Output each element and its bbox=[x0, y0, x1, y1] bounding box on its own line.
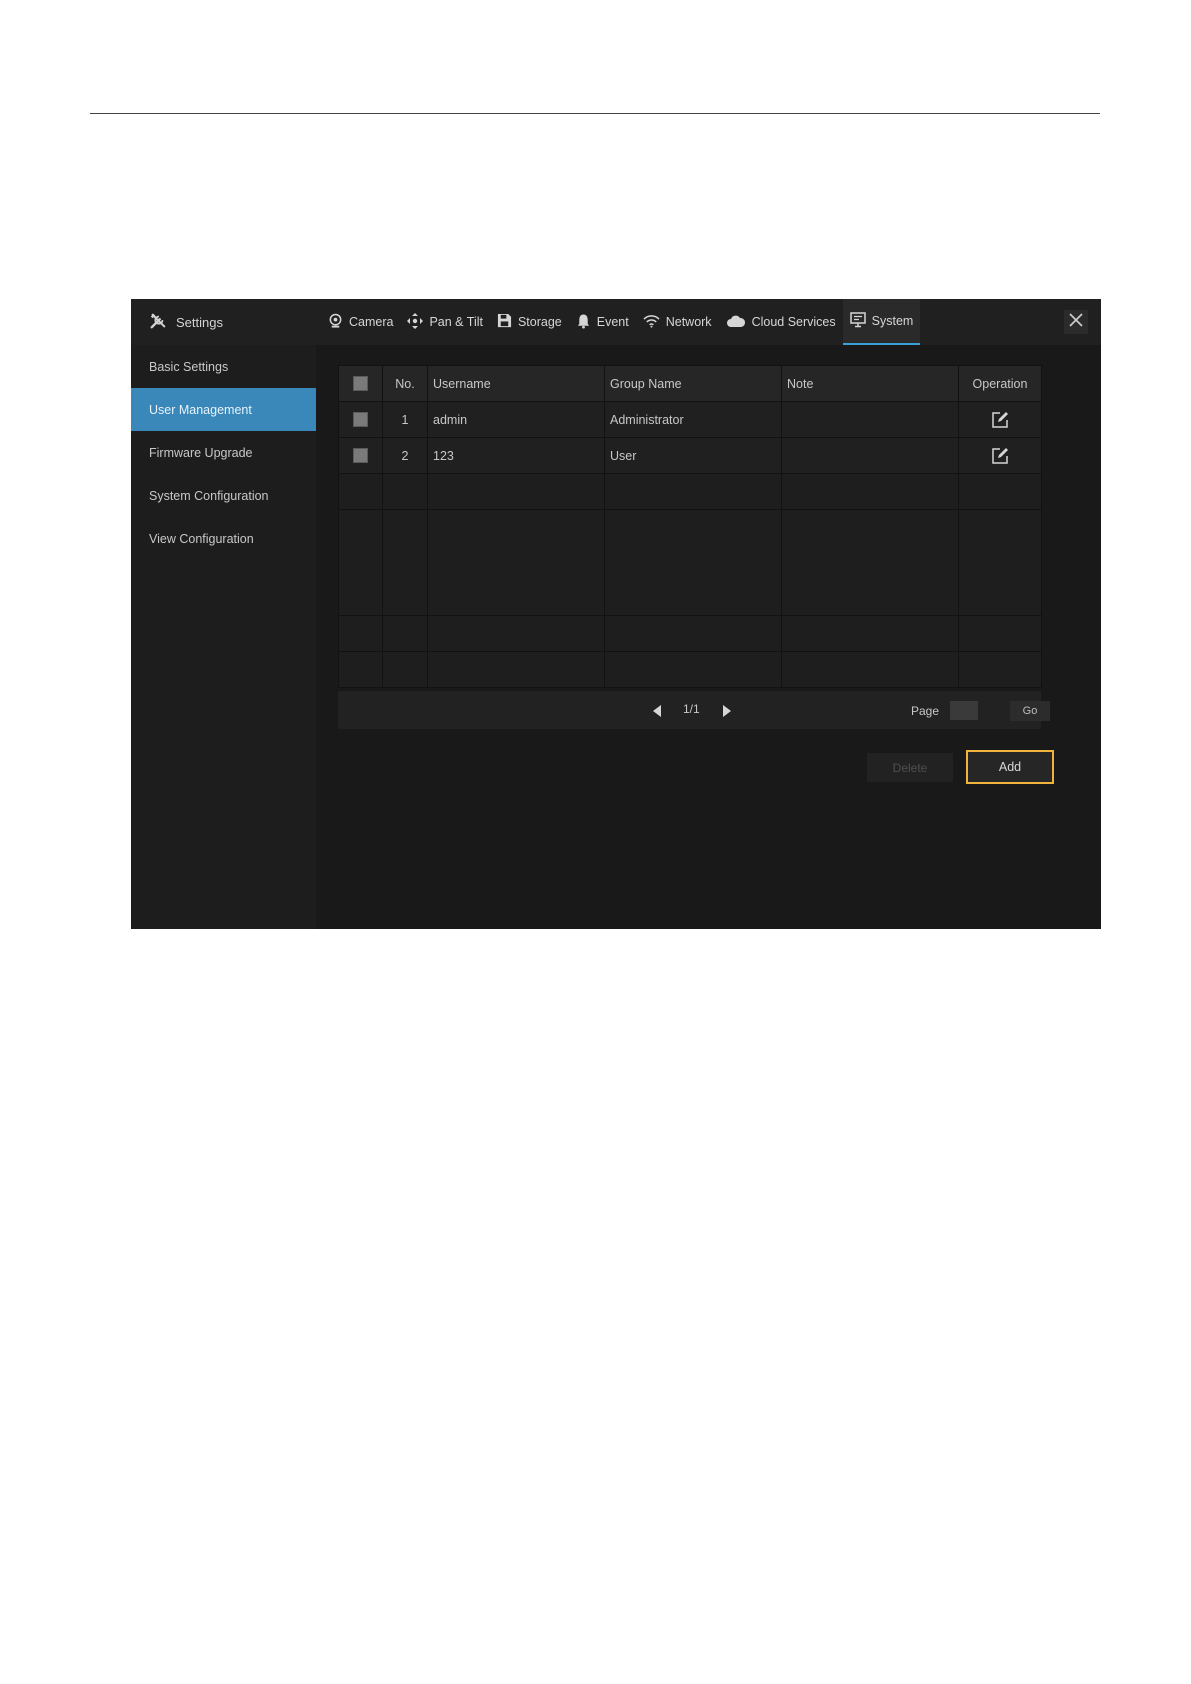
settings-title-label: Settings bbox=[176, 314, 223, 330]
sidebar-item-system-configuration[interactable]: System Configuration bbox=[131, 474, 316, 517]
empty-row bbox=[338, 651, 1042, 688]
row-group-name: Administrator bbox=[604, 401, 782, 438]
empty-row bbox=[338, 473, 1042, 510]
tab-label: Cloud Services bbox=[751, 315, 836, 329]
edit-icon[interactable] bbox=[991, 411, 1009, 429]
table-header-row: No. Username Group Name Note Operation bbox=[338, 365, 1042, 402]
sidebar-item-view-configuration[interactable]: View Configuration bbox=[131, 517, 316, 560]
row-no: 2 bbox=[382, 437, 428, 474]
header-group-name: Group Name bbox=[604, 365, 782, 402]
row-checkbox[interactable] bbox=[353, 448, 368, 464]
header-select-all bbox=[338, 365, 383, 402]
select-all-checkbox[interactable] bbox=[353, 376, 368, 392]
tab-label: Event bbox=[596, 315, 629, 329]
row-username: 123 bbox=[427, 437, 605, 474]
top-navigation-bar: Settings Camera Pan & Tilt Storage Event… bbox=[131, 299, 1101, 345]
wifi-icon bbox=[643, 314, 666, 331]
row-group-name: User bbox=[604, 437, 782, 474]
row-note bbox=[781, 401, 959, 438]
monitor-icon bbox=[849, 311, 872, 331]
tab-label: Camera bbox=[349, 315, 394, 329]
row-no: 1 bbox=[382, 401, 428, 438]
tab-label: Network bbox=[665, 315, 712, 329]
table-row: 2 123 User bbox=[338, 437, 1042, 474]
row-checkbox[interactable] bbox=[353, 412, 368, 428]
tab-label: Pan & Tilt bbox=[429, 315, 483, 329]
main-content: No. Username Group Name Note Operation 1… bbox=[316, 345, 1101, 929]
header-operation: Operation bbox=[958, 365, 1042, 402]
header-note: Note bbox=[781, 365, 959, 402]
pagination-bar: 1/1 Page Go bbox=[338, 691, 1050, 729]
bell-icon bbox=[576, 313, 597, 332]
next-page-icon[interactable] bbox=[722, 704, 732, 722]
header-no: No. bbox=[382, 365, 428, 402]
header-username: Username bbox=[427, 365, 605, 402]
tab-storage[interactable]: Storage bbox=[490, 299, 569, 345]
tab-event[interactable]: Event bbox=[569, 299, 636, 345]
main-tabs: Camera Pan & Tilt Storage Event Network … bbox=[321, 299, 921, 345]
empty-row bbox=[338, 615, 1042, 652]
close-icon bbox=[1068, 312, 1084, 333]
page-count: 1/1 bbox=[683, 702, 700, 716]
page-number-input[interactable] bbox=[950, 701, 978, 720]
settings-title: Settings bbox=[149, 299, 223, 345]
tab-cloud-services[interactable]: Cloud Services bbox=[719, 299, 843, 345]
pan-tilt-icon bbox=[407, 312, 429, 332]
tab-pan-tilt[interactable]: Pan & Tilt bbox=[400, 299, 490, 345]
page-label: Page bbox=[911, 704, 940, 718]
delete-button[interactable]: Delete bbox=[867, 753, 953, 782]
sidebar-item-user-management[interactable]: User Management bbox=[131, 388, 316, 431]
row-select-cell bbox=[338, 437, 383, 474]
row-note bbox=[781, 437, 959, 474]
tab-label: System bbox=[871, 314, 914, 328]
tab-network[interactable]: Network bbox=[636, 299, 719, 345]
add-button[interactable]: Add bbox=[966, 750, 1054, 784]
close-button[interactable] bbox=[1064, 310, 1088, 334]
camera-icon bbox=[328, 313, 349, 332]
tab-camera[interactable]: Camera bbox=[321, 299, 400, 345]
tab-label: Storage bbox=[517, 315, 562, 329]
row-username: admin bbox=[427, 401, 605, 438]
tab-system[interactable]: System bbox=[842, 299, 921, 345]
row-operation bbox=[958, 401, 1042, 438]
tools-icon bbox=[149, 312, 176, 333]
empty-row bbox=[338, 509, 1042, 616]
row-select-cell bbox=[338, 401, 383, 438]
row-operation bbox=[958, 437, 1042, 474]
edit-icon[interactable] bbox=[991, 447, 1009, 465]
cloud-icon bbox=[726, 315, 752, 330]
storage-icon bbox=[497, 313, 518, 331]
table-row: 1 admin Administrator bbox=[338, 401, 1042, 438]
sidebar-item-basic-settings[interactable]: Basic Settings bbox=[131, 345, 316, 388]
go-button[interactable]: Go bbox=[1010, 701, 1050, 721]
user-table: No. Username Group Name Note Operation 1… bbox=[338, 365, 1042, 688]
sidebar-item-firmware-upgrade[interactable]: Firmware Upgrade bbox=[131, 431, 316, 474]
sidebar: Basic Settings User Management Firmware … bbox=[131, 345, 316, 929]
page-divider bbox=[90, 113, 1100, 114]
prev-page-icon[interactable] bbox=[652, 704, 662, 722]
settings-window: Settings Camera Pan & Tilt Storage Event… bbox=[131, 299, 1101, 929]
